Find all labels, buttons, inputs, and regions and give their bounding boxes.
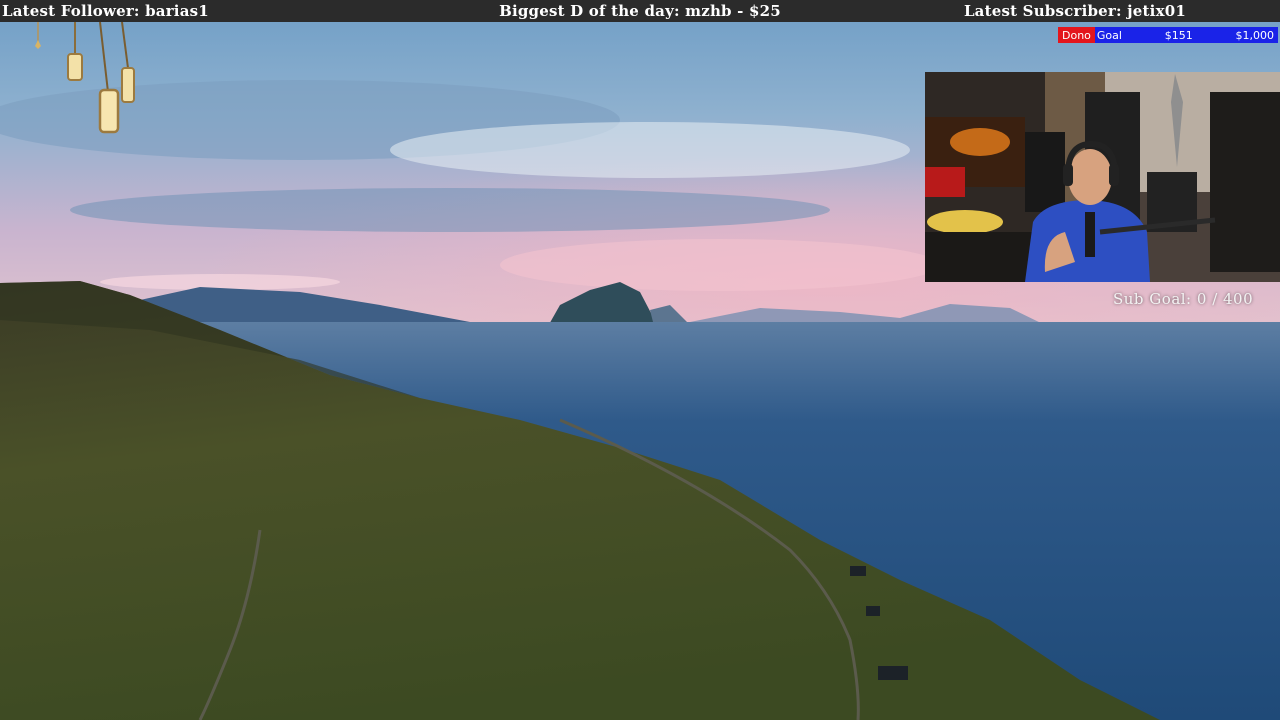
donation-goal-label: Dono bbox=[1058, 27, 1095, 43]
donation-goal-bar: Dono Goal $151 $1,000 bbox=[1058, 27, 1278, 43]
stream-overlay-top-bar: Latest Follower: barias1 Biggest D of th… bbox=[0, 0, 1280, 22]
biggest-donation: Biggest D of the day: mzhb - $25 bbox=[499, 2, 781, 20]
donation-goal-title: Goal bbox=[1096, 28, 1122, 42]
hanging-lanterns-decoration bbox=[35, 22, 135, 134]
webcam-scene bbox=[925, 72, 1280, 282]
webcam-feed bbox=[925, 72, 1280, 282]
donation-goal-current: $151 bbox=[1164, 28, 1193, 42]
latest-follower: Latest Follower: barias1 bbox=[2, 2, 209, 20]
sub-goal-counter: Sub Goal: 0 / 400 bbox=[1113, 290, 1254, 308]
donation-goal-target: $1,000 bbox=[1235, 28, 1275, 42]
latest-subscriber: Latest Subscriber: jetix01 bbox=[963, 2, 1186, 20]
donation-goal-progress: Goal $151 $1,000 bbox=[1094, 27, 1278, 43]
